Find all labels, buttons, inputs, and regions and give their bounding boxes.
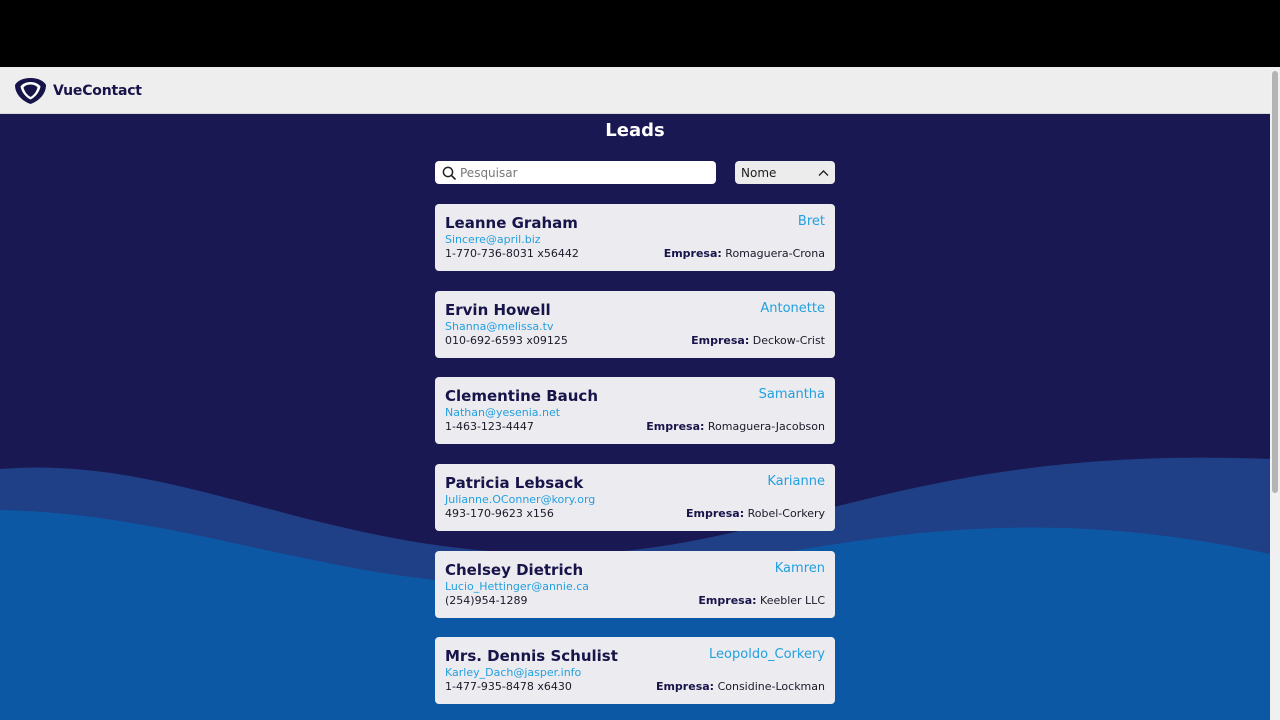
lead-phone: (254)954-1289 [445, 594, 528, 607]
lead-email[interactable]: Julianne.OConner@kory.org [445, 493, 595, 506]
lead-company: Empresa: Considine-Lockman [656, 680, 825, 693]
lead-name: Clementine Bauch [445, 387, 598, 405]
company-name: Romaguera-Crona [725, 247, 825, 260]
brand[interactable]: VueContact [14, 77, 142, 105]
search-box[interactable] [435, 161, 716, 184]
lead-card[interactable]: Clementine Bauch Samantha Nathan@yesenia… [435, 377, 835, 444]
company-label: Empresa: [655, 680, 715, 693]
lead-name: Ervin Howell [445, 301, 551, 319]
lead-phone: 010-692-6593 x09125 [445, 334, 568, 347]
lead-name: Chelsey Dietrich [445, 561, 584, 579]
chevron-up-icon [818, 169, 829, 176]
lead-username: Bret [797, 214, 825, 229]
lead-name: Mrs. Dennis Schulist [445, 647, 618, 665]
company-name: Robel-Corkery [747, 507, 825, 520]
page-title: Leads [605, 120, 665, 141]
lead-phone: 1-463-123-4447 [445, 420, 534, 433]
lead-name: Patricia Lebsack [445, 474, 584, 492]
lead-company: Empresa: Romaguera-Crona [664, 247, 825, 260]
company-label: Empresa: [663, 247, 722, 260]
lead-company: Empresa: Keebler LLC [698, 594, 825, 607]
lead-company: Empresa: Deckow-Crist [691, 334, 825, 347]
company-label: Empresa: [698, 594, 757, 607]
lead-card[interactable]: Leanne Graham Bret Sincere@april.biz 1-7… [435, 204, 835, 271]
main-area: Leads Nome Leanne Graham Bret Sincere@ap… [0, 114, 1270, 720]
lead-card[interactable]: Patricia Lebsack Karianne Julianne.OConn… [435, 464, 835, 531]
lead-card[interactable]: Ervin Howell Antonette Shanna@melissa.tv… [435, 291, 835, 358]
search-icon [442, 166, 456, 180]
lead-email[interactable]: Karley_Dach@jasper.info [445, 666, 581, 679]
company-name: Deckow-Crist [752, 334, 825, 347]
lead-username: Leopoldo_Corkery [709, 647, 825, 662]
lead-card[interactable]: Chelsey Dietrich Kamren Lucio_Hettinger@… [435, 551, 835, 618]
lead-username: Kamren [774, 561, 825, 576]
shield-heart-logo-icon [15, 78, 46, 104]
scrollbar-thumb[interactable] [1272, 71, 1278, 493]
sort-select-value: Nome [741, 165, 777, 180]
lead-email[interactable]: Nathan@yesenia.net [445, 406, 560, 419]
lead-phone: 1-477-935-8478 x6430 [445, 680, 572, 693]
lead-phone: 493-170-9623 x156 [445, 507, 554, 520]
lead-company: Empresa: Robel-Corkery [686, 507, 825, 520]
page-scrollbar[interactable] [1270, 67, 1280, 720]
company-label: Empresa: [646, 420, 705, 433]
lead-company: Empresa: Romaguera-Jacobson [646, 420, 825, 433]
company-name: Keebler LLC [760, 594, 825, 607]
navbar: VueContact [0, 67, 1280, 114]
brand-name: VueContact [53, 83, 142, 99]
lead-card[interactable]: Mrs. Dennis Schulist Leopoldo_Corkery Ka… [435, 637, 835, 704]
lead-username: Antonette [760, 301, 825, 316]
lead-email[interactable]: Shanna@melissa.tv [445, 320, 554, 333]
sort-select[interactable]: Nome [735, 161, 835, 184]
search-input[interactable] [460, 165, 700, 180]
lead-phone: 1-770-736-8031 x56442 [445, 247, 579, 260]
lead-email[interactable]: Lucio_Hettinger@annie.ca [445, 580, 589, 593]
company-name: Considine-Lockman [717, 680, 825, 693]
lead-username: Karianne [767, 474, 825, 489]
lead-name: Leanne Graham [445, 214, 578, 232]
company-label: Empresa: [691, 334, 750, 347]
company-name: Romaguera-Jacobson [707, 420, 825, 433]
lead-username: Samantha [758, 387, 825, 402]
company-label: Empresa: [686, 507, 745, 520]
lead-email[interactable]: Sincere@april.biz [445, 233, 541, 246]
top-black-bar [0, 0, 1280, 67]
